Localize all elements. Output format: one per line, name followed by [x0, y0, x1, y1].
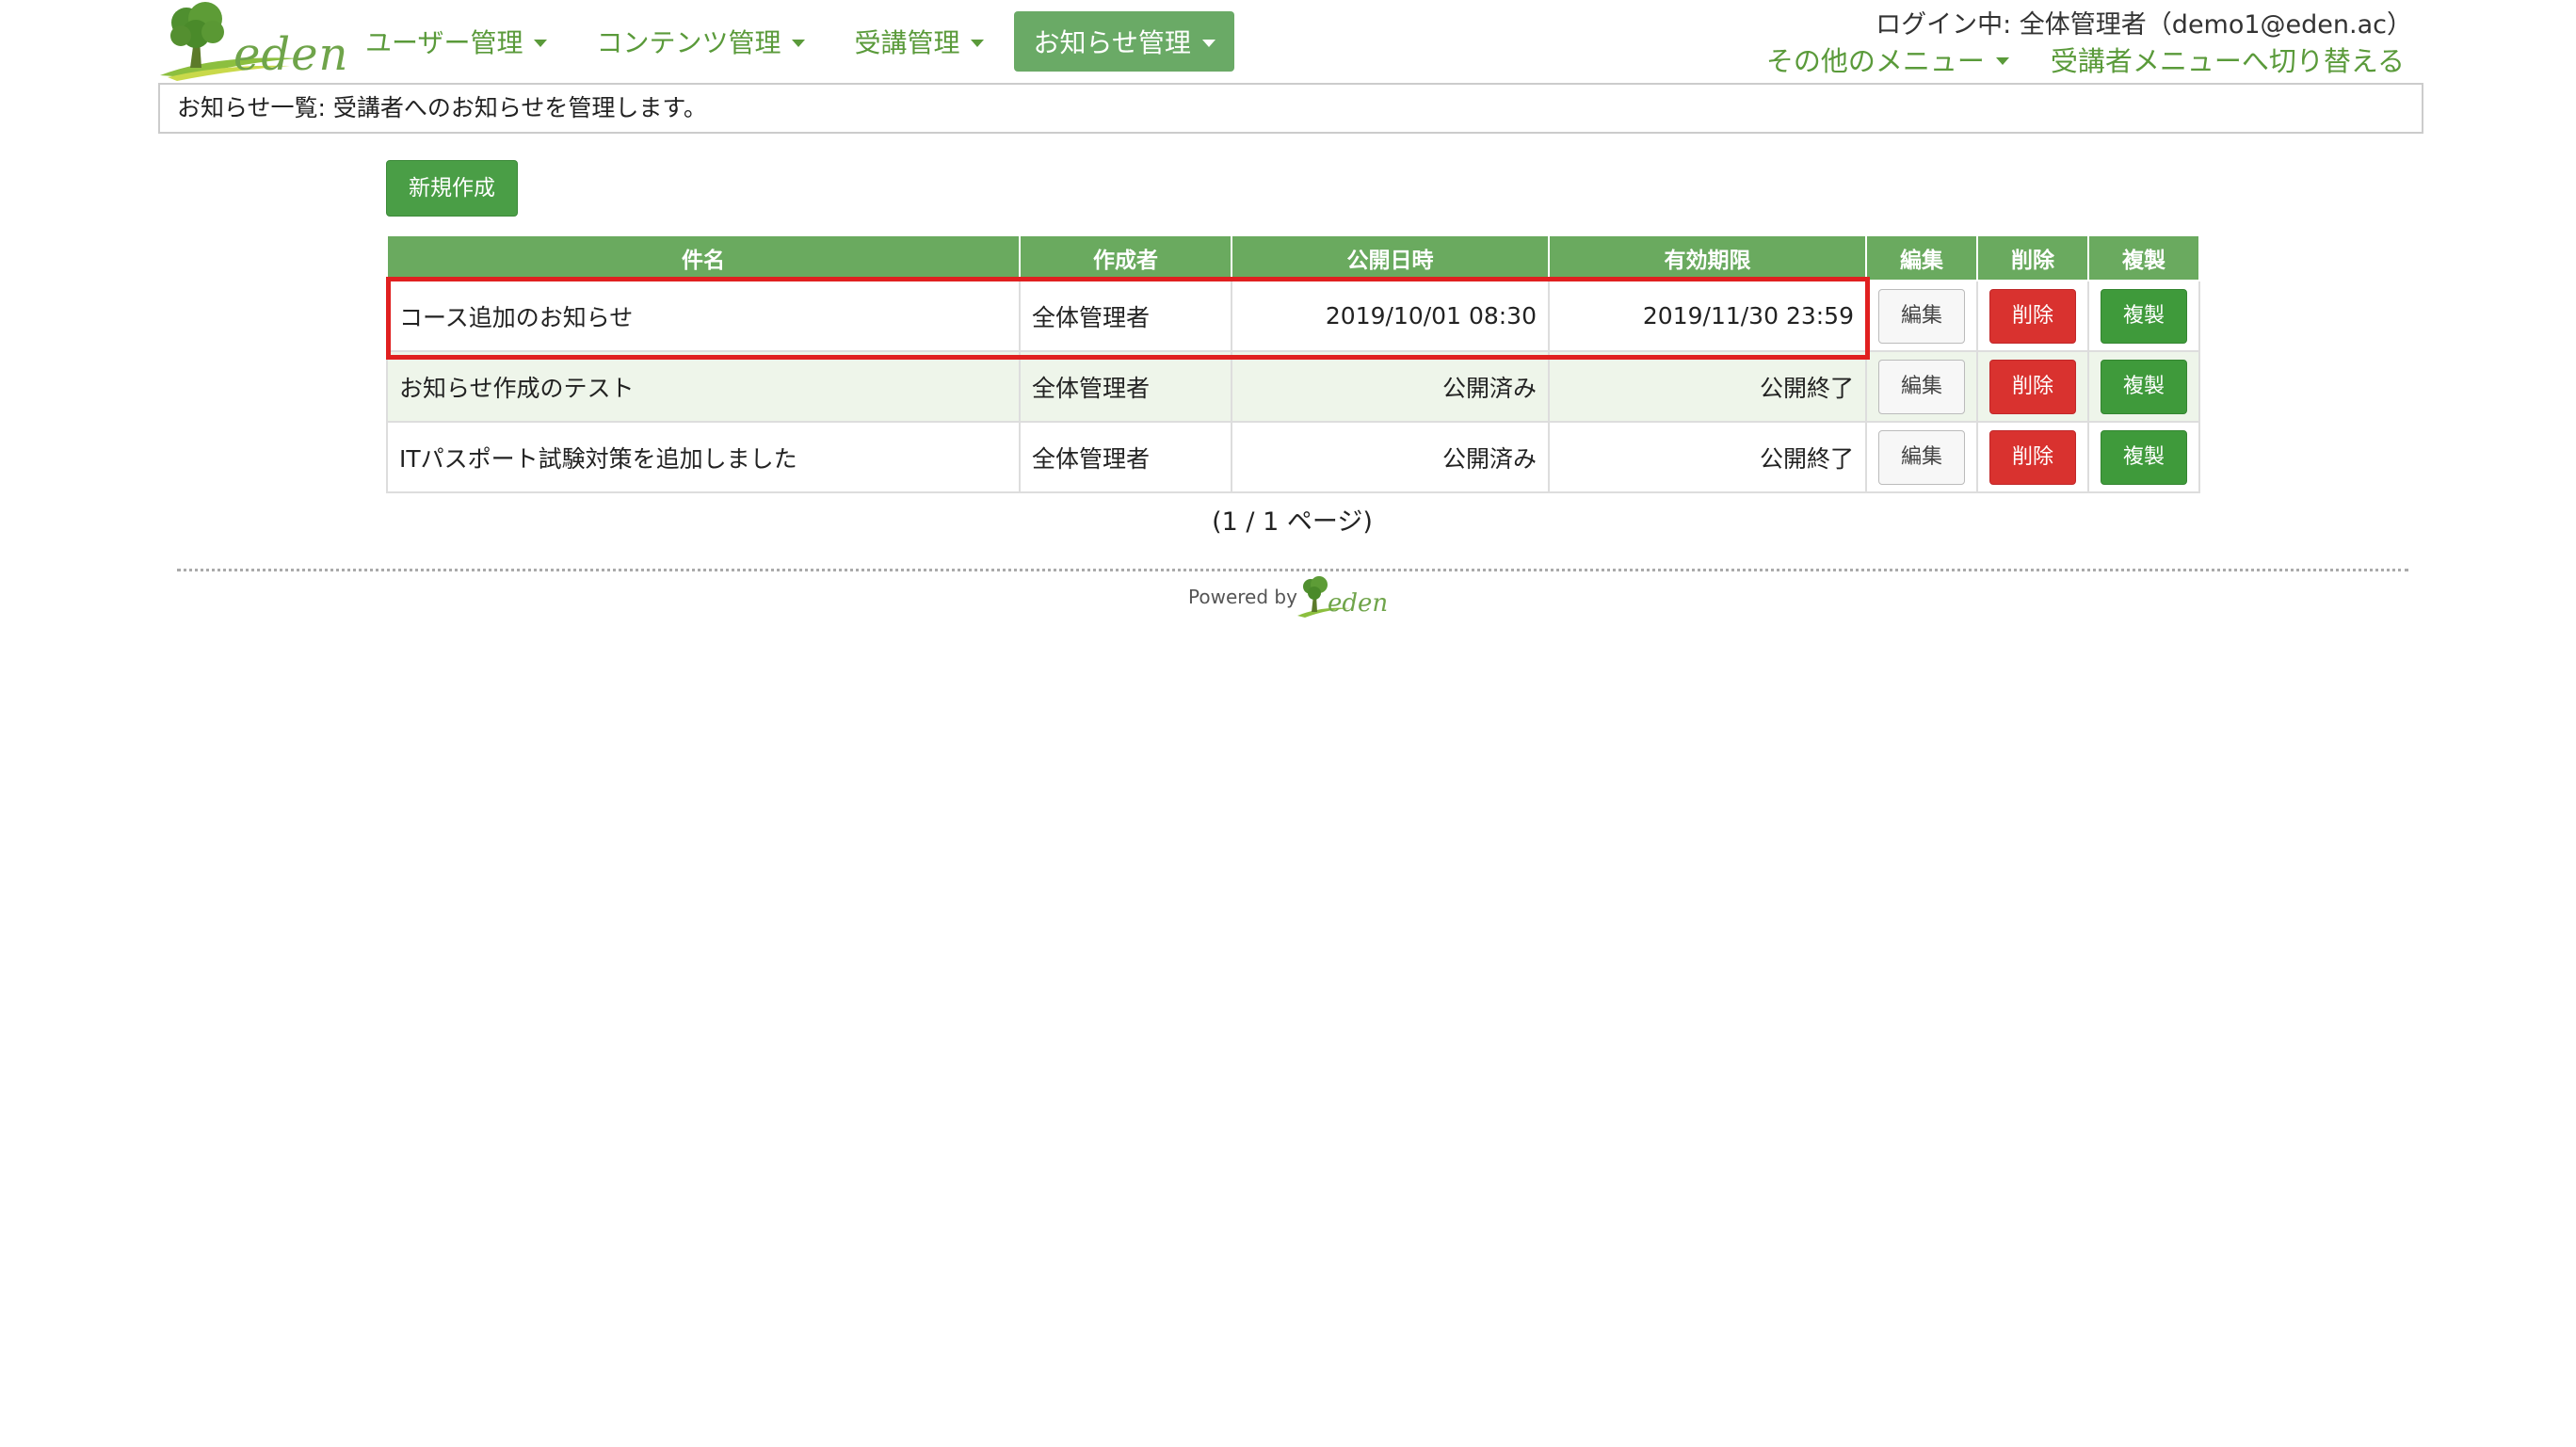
header-subject[interactable]: 件名	[386, 236, 1021, 281]
cell-publish-date: 公開済み	[1231, 350, 1550, 423]
table-row: お知らせ作成のテスト 全体管理者 公開済み 公開終了 編集 削除 複製	[386, 350, 2200, 423]
cell-expire-date: 2019/11/30 23:59	[1548, 280, 1867, 352]
cell-author: 全体管理者	[1019, 280, 1232, 352]
nav-content-management-label: コンテンツ管理	[596, 27, 781, 58]
cell-subject: お知らせ作成のテスト	[386, 350, 1021, 423]
switch-student-menu-link[interactable]: 受講者メニューへ切り替える	[2051, 40, 2405, 79]
header-author[interactable]: 作成者	[1019, 236, 1232, 281]
edit-button[interactable]: 編集	[1878, 429, 1965, 485]
cell-copy: 複製	[2087, 421, 2200, 493]
caret-down-icon	[792, 40, 806, 47]
nav-enrollment-management-label: 受講管理	[854, 27, 960, 58]
switch-student-menu-label: 受講者メニューへ切り替える	[2050, 45, 2405, 77]
table-header-row: 件名 作成者 公開日時 有効期限 編集 削除 複製	[386, 236, 2200, 281]
cell-delete: 削除	[1976, 350, 2089, 423]
header-copy: 複製	[2087, 236, 2200, 281]
delete-button[interactable]: 削除	[1989, 359, 2076, 414]
edit-button[interactable]: 編集	[1878, 288, 1965, 344]
cell-subject: コース追加のお知らせ	[386, 280, 1021, 352]
delete-button[interactable]: 削除	[1989, 429, 2076, 485]
caret-down-icon	[534, 40, 548, 47]
notice-table: 件名 作成者 公開日時 有効期限 編集 削除 複製 コース追加のお知らせ 全体管…	[386, 236, 2200, 493]
caret-down-icon	[1201, 40, 1216, 47]
cell-copy: 複製	[2087, 350, 2200, 423]
cell-publish-date: 公開済み	[1231, 421, 1550, 493]
caret-down-icon	[971, 40, 985, 47]
delete-button[interactable]: 削除	[1989, 288, 2076, 344]
copy-button[interactable]: 複製	[2101, 359, 2187, 414]
other-menu-dropdown[interactable]: その他のメニュー	[1766, 40, 2009, 79]
copy-button[interactable]: 複製	[2101, 429, 2187, 485]
nav-enrollment-management[interactable]: 受講管理	[835, 11, 1003, 72]
nav-user-management[interactable]: ユーザー管理	[346, 11, 566, 72]
logo-text: eden	[233, 28, 349, 81]
other-menu-label: その他のメニュー	[1765, 45, 1985, 77]
pagination-info: (1 / 1 ページ)	[1212, 507, 1373, 537]
table-row: ITパスポート試験対策を追加しました 全体管理者 公開済み 公開終了 編集 削除…	[386, 421, 2200, 493]
eden-logo[interactable]: eden	[158, 0, 347, 83]
edit-button[interactable]: 編集	[1878, 359, 1965, 414]
header-edit: 編集	[1865, 236, 1978, 281]
header-expire-date[interactable]: 有効期限	[1548, 236, 1867, 281]
powered-logo-text: eden	[1328, 589, 1389, 618]
cell-edit: 編集	[1865, 421, 1978, 493]
nav-notice-management[interactable]: お知らせ管理	[1014, 11, 1234, 72]
right-nav: その他のメニュー 受講者メニューへ切り替える	[1725, 40, 2405, 79]
login-info: ログイン中: 全体管理者（demo1@eden.ac）	[1876, 10, 2412, 40]
table-row: コース追加のお知らせ 全体管理者 2019/10/01 08:30 2019/1…	[386, 280, 2200, 352]
page-description: お知らせ一覧: 受講者へのお知らせを管理します。	[158, 83, 2423, 134]
nav-user-management-label: ユーザー管理	[365, 27, 523, 58]
nav-notice-management-label: お知らせ管理	[1033, 27, 1191, 58]
cell-copy: 複製	[2087, 280, 2200, 352]
create-new-button[interactable]: 新規作成	[386, 160, 518, 217]
cell-subject: ITパスポート試験対策を追加しました	[386, 421, 1021, 493]
main-nav: ユーザー管理 コンテンツ管理 受講管理 お知らせ管理	[346, 11, 1246, 72]
cell-edit: 編集	[1865, 350, 1978, 423]
cell-publish-date: 2019/10/01 08:30	[1231, 280, 1550, 352]
cell-expire-date: 公開終了	[1548, 350, 1867, 423]
powered-by-footer: Powered by eden	[1188, 569, 1395, 625]
copy-button[interactable]: 複製	[2101, 288, 2187, 344]
header-delete: 削除	[1976, 236, 2089, 281]
cell-author: 全体管理者	[1019, 350, 1232, 423]
cell-delete: 削除	[1976, 280, 2089, 352]
cell-author: 全体管理者	[1019, 421, 1232, 493]
header-publish-date[interactable]: 公開日時	[1231, 236, 1550, 281]
nav-content-management[interactable]: コンテンツ管理	[577, 11, 824, 72]
app-header: eden ユーザー管理 コンテンツ管理 受講管理 お知らせ管理 ログイン中: 全…	[158, 0, 2425, 85]
cell-delete: 削除	[1976, 421, 2089, 493]
notice-table-wrapper: 件名 作成者 公開日時 有効期限 編集 削除 複製 コース追加のお知らせ 全体管…	[386, 236, 2200, 493]
powered-by-text: Powered by	[1188, 586, 1297, 608]
cell-edit: 編集	[1865, 280, 1978, 352]
caret-down-icon	[1995, 57, 2009, 65]
cell-expire-date: 公開終了	[1548, 421, 1867, 493]
